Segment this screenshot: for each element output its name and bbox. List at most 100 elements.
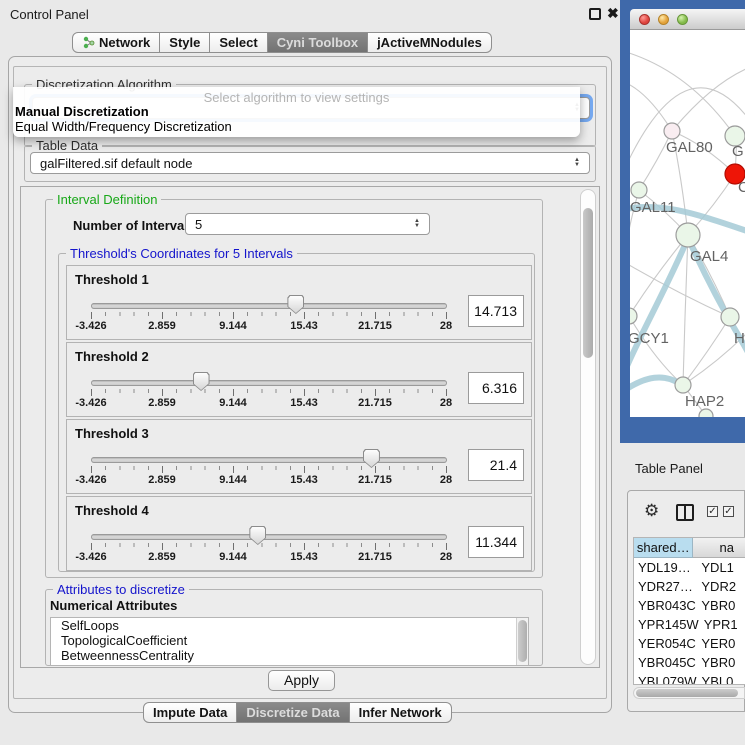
node-gal4[interactable] (676, 223, 700, 247)
gear-icon[interactable]: ⚙ (644, 502, 659, 519)
table-row[interactable]: YBR043CYBR0 (634, 596, 745, 615)
node-table: shared… na YDL19…YDL1YDR27…YDR2YBR043CYB… (633, 537, 745, 685)
tick-label: 2.859 (148, 320, 176, 332)
threshold-slider-track[interactable] (91, 380, 447, 386)
network-canvas[interactable]: GAL80 G. C GAL11 GAL4 GCY1 H HAP2 (630, 30, 745, 417)
tab-network[interactable]: Network (72, 32, 160, 53)
table-panel-header: Table Panel (628, 455, 745, 483)
table-toolbar: ⚙ ✓ ✓ (628, 491, 744, 535)
tick-label: 28 (440, 320, 452, 332)
cell-name[interactable]: YBR0 (696, 653, 745, 672)
algorithm-option-equal-width[interactable]: Equal Width/Frequency Discretization (15, 119, 232, 134)
slider-major-ticks (91, 312, 448, 319)
tab-jactivemnodules[interactable]: jActiveMNodules (368, 32, 492, 53)
cell-shared-name[interactable]: YDR27… (634, 577, 696, 596)
column-header-shared-name[interactable]: shared… (634, 538, 693, 558)
threshold-label: Threshold 2 (75, 349, 149, 364)
combo-arrows-icon: ▲▼ (414, 219, 420, 229)
split-columns-icon[interactable] (676, 504, 694, 521)
cell-name[interactable]: YBR0 (696, 596, 745, 615)
attribute-list-item[interactable]: SelfLoops (51, 618, 528, 633)
bottom-tabbar: Impute Data Discretize Data Infer Networ… (143, 702, 452, 723)
tab-impute-data[interactable]: Impute Data (143, 702, 237, 723)
cell-name[interactable]: YPR1 (699, 615, 745, 634)
number-of-intervals-label: Number of Intervals (73, 218, 195, 233)
cell-shared-name[interactable]: YBR045C (634, 653, 696, 672)
table-row[interactable]: YPR145WYPR1 (634, 615, 745, 634)
cell-name[interactable]: YBL0 (697, 672, 745, 685)
threshold-value-field[interactable]: 11.344 (468, 526, 524, 558)
tab-cyni-toolbox[interactable]: Cyni Toolbox (268, 32, 368, 53)
node-gal11[interactable] (631, 182, 647, 198)
table-row[interactable]: YBL079WYBL0 (634, 672, 745, 685)
numerical-attributes-list[interactable]: SelfLoopsTopologicalCoefficientBetweenne… (50, 617, 529, 666)
scrollbar-thumb[interactable] (636, 689, 738, 697)
vertical-scrollbar[interactable] (580, 189, 596, 665)
node-hap2[interactable] (675, 377, 691, 393)
node-gcy1[interactable] (630, 308, 637, 324)
tab-discretize-data[interactable]: Discretize Data (237, 702, 349, 723)
threshold-slider-track[interactable] (91, 303, 447, 309)
slider-major-ticks (91, 389, 448, 396)
checkbox-checked-icon[interactable]: ✓ (723, 506, 734, 517)
attributes-list-items: SelfLoopsTopologicalCoefficientBetweenne… (51, 618, 528, 663)
cell-name[interactable]: YER0 (696, 634, 745, 653)
cell-shared-name[interactable]: YPR145W (634, 615, 699, 634)
table-row[interactable]: YER054CYER0 (634, 634, 745, 653)
tab-infer-network[interactable]: Infer Network (350, 702, 452, 723)
table-panel-title: Table Panel (635, 461, 703, 476)
tick-label: 21.715 (358, 320, 392, 332)
table-row[interactable]: YBR045CYBR0 (634, 653, 745, 672)
algorithm-option-manual[interactable]: Manual Discretization (15, 104, 149, 119)
tab-label: Select (219, 33, 257, 52)
tab-label: Network (99, 33, 150, 52)
node-label: HAP2 (685, 393, 724, 410)
zoom-traffic-light[interactable] (677, 14, 688, 25)
attribute-list-item[interactable]: TopologicalCoefficient (51, 633, 528, 648)
tick-label: 21.715 (358, 474, 392, 486)
threshold-1-panel: Threshold 1 -3.4262.8599.14415.4321.7152… (66, 265, 532, 340)
attribute-list-item[interactable]: BetweennessCentrality (51, 648, 528, 663)
threshold-label: Threshold 1 (75, 272, 149, 287)
threshold-value-field[interactable]: 6.316 (468, 372, 524, 404)
close-icon[interactable]: ✖ (607, 5, 619, 22)
cell-shared-name[interactable]: YER054C (634, 634, 696, 653)
node-h[interactable] (721, 308, 739, 326)
threshold-slider-track[interactable] (91, 457, 447, 463)
column-header-name[interactable]: na (693, 538, 745, 558)
threshold-slider-track[interactable] (91, 534, 447, 540)
screen: Control Panel ✖ Network Style Select Cyn… (0, 0, 745, 745)
apply-button[interactable]: Apply (268, 670, 335, 691)
minimize-traffic-light[interactable] (658, 14, 669, 25)
threshold-value-field[interactable]: 14.713 (468, 295, 524, 327)
cell-shared-name[interactable]: YBL079W (634, 672, 697, 685)
list-vertical-scrollbar[interactable] (516, 618, 528, 665)
scrollbar-thumb[interactable] (583, 208, 593, 358)
slider-tick-labels: -3.4262.8599.14415.4321.71528 (67, 397, 531, 409)
scrollbar-thumb[interactable] (518, 620, 527, 662)
tab-style[interactable]: Style (160, 32, 210, 53)
tick-label: 9.144 (219, 397, 247, 409)
threshold-value-field[interactable]: 21.4 (468, 449, 524, 481)
close-traffic-light[interactable] (639, 14, 650, 25)
cell-name[interactable]: YDL1 (696, 558, 745, 577)
number-of-intervals-combobox[interactable]: 5 ▲▼ (185, 213, 430, 235)
node-gal80[interactable] (664, 123, 680, 139)
table-row[interactable]: YDR27…YDR2 (634, 577, 745, 596)
table-row[interactable]: YDL19…YDL1 (634, 558, 745, 577)
node-bottom[interactable] (699, 409, 713, 417)
tab-label: jActiveMNodules (377, 33, 482, 52)
horizontal-scrollbar[interactable] (633, 687, 745, 699)
slider-tick-labels: -3.4262.8599.14415.4321.71528 (67, 474, 531, 486)
table-data-combobox[interactable]: galFiltered.sif default node ▲▼ (30, 152, 590, 174)
cell-shared-name[interactable]: YBR043C (634, 596, 696, 615)
table-data-value: galFiltered.sif default node (40, 156, 192, 171)
cell-shared-name[interactable]: YDL19… (634, 558, 696, 577)
checkbox-checked-icon[interactable]: ✓ (707, 506, 718, 517)
cell-name[interactable]: YDR2 (696, 577, 745, 596)
slider-handle-face (194, 373, 209, 390)
tab-select[interactable]: Select (210, 32, 267, 53)
network-window-titlebar (630, 9, 745, 30)
algorithm-prompt-item: Select algorithm to view settings (13, 90, 580, 105)
float-window-icon[interactable] (589, 8, 601, 20)
